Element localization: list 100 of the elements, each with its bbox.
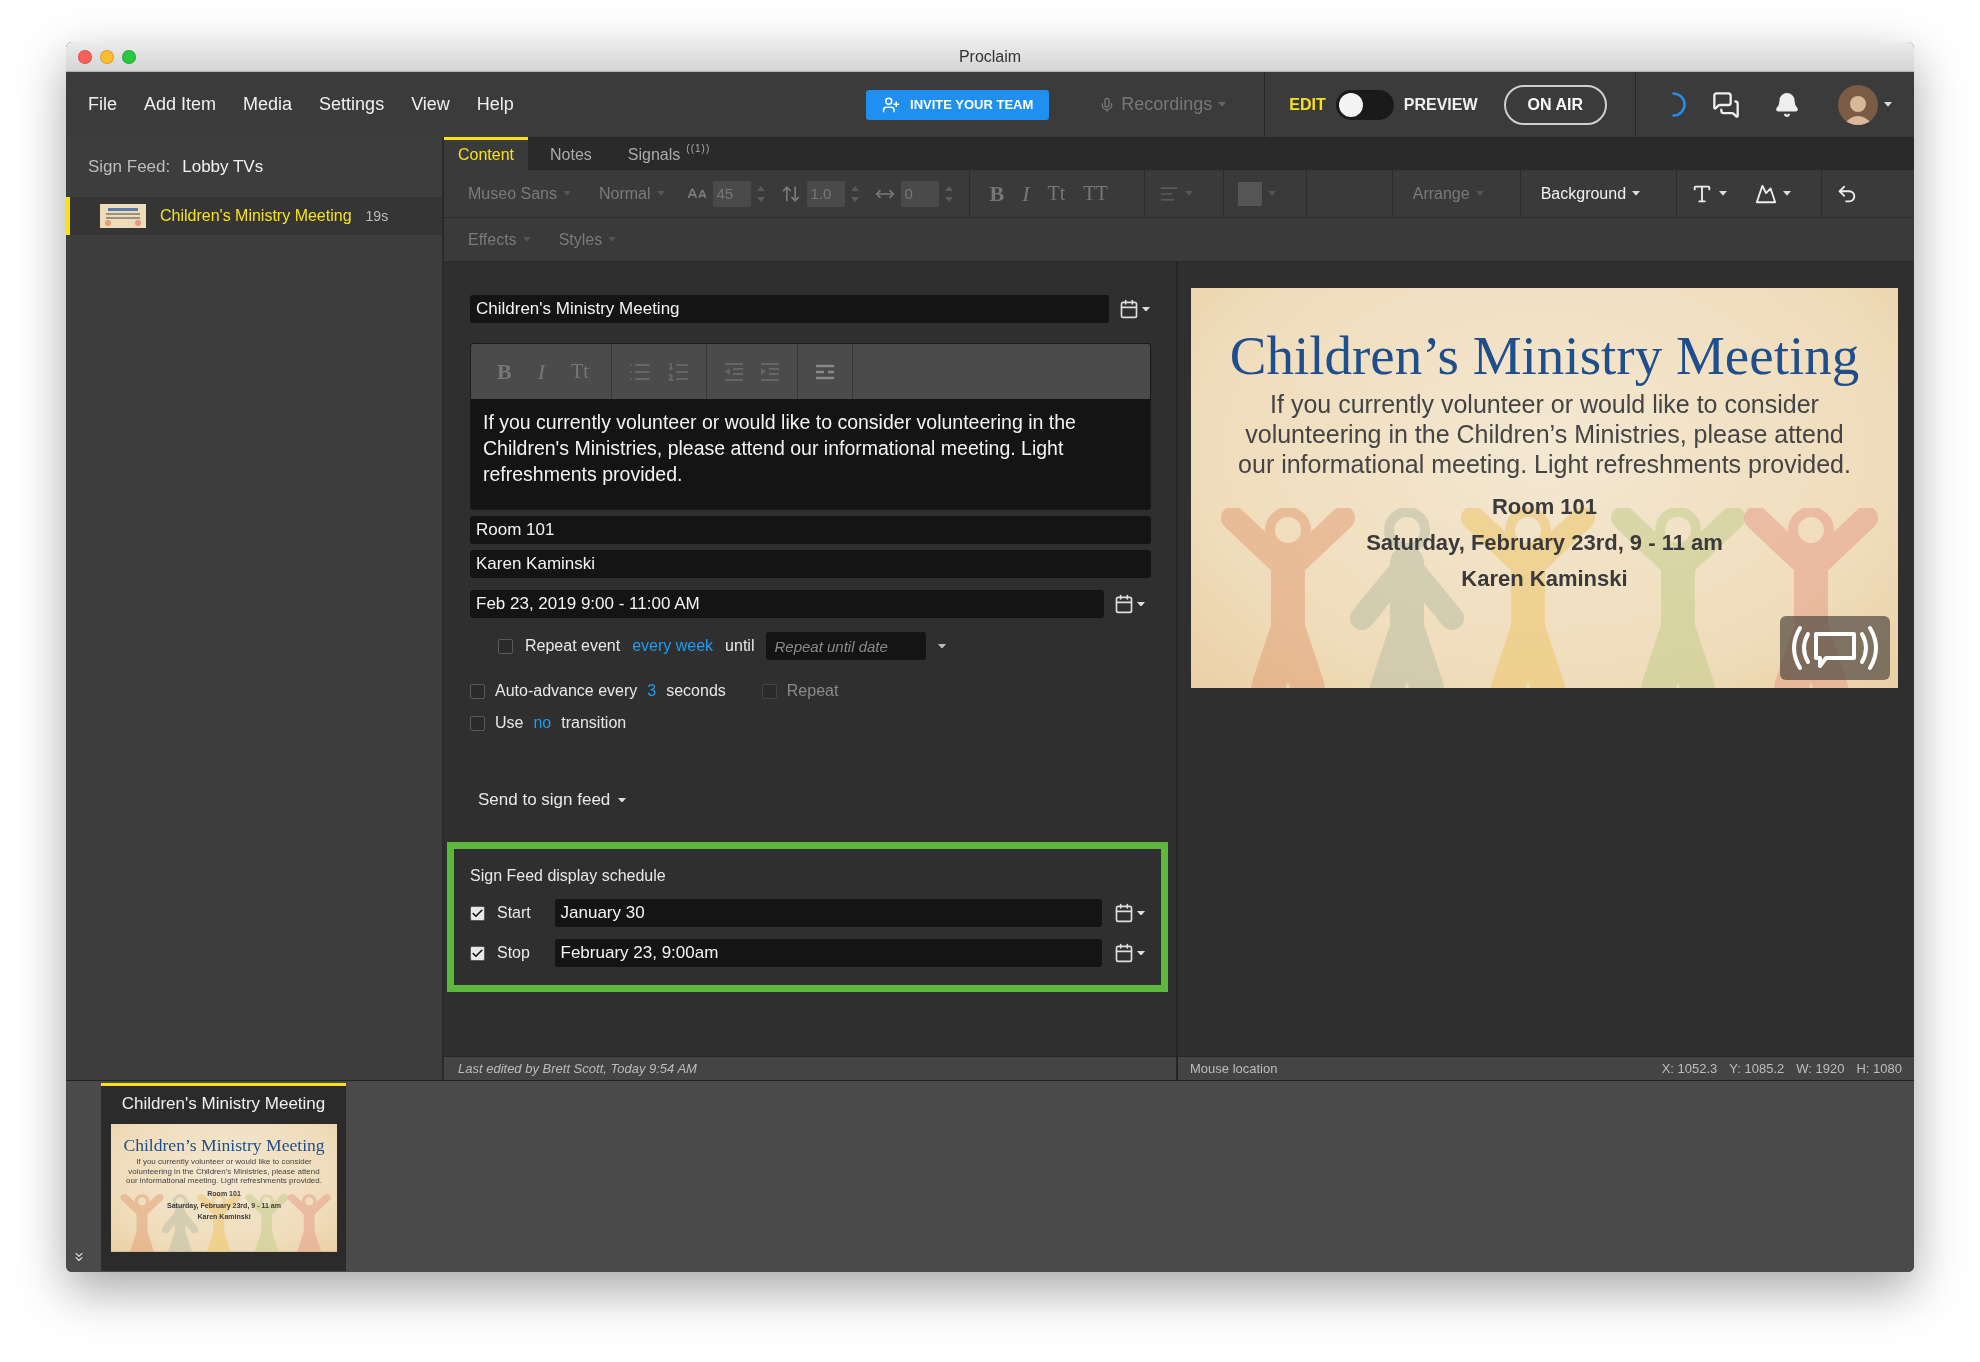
caret-icon (618, 797, 627, 803)
caret-icon (1475, 191, 1484, 196)
caret-icon (1884, 102, 1892, 107)
caret-icon (1267, 191, 1276, 196)
slide-line: Karen Kaminski (1461, 565, 1628, 593)
broadcast-icon (1780, 616, 1890, 680)
until-label: until (725, 637, 755, 655)
invite-button[interactable]: INVITE YOUR TEAM (866, 89, 1050, 120)
slide-title: Children’s Ministry Meeting (122, 1136, 325, 1155)
check-icon (471, 906, 484, 920)
caret-icon (1719, 191, 1728, 196)
checkbox-label: Auto-advance every (495, 682, 638, 700)
check-icon (471, 946, 484, 960)
checkbox-label: Start (497, 904, 531, 922)
calendar-icon (1114, 943, 1134, 963)
add-user-icon (882, 95, 900, 114)
menu-item[interactable]: View (411, 94, 450, 115)
chat-button[interactable] (1712, 90, 1740, 119)
slide-body: If you currently volunteer or would like to consider volunteering in the Children’s Ministries, please attend our informational meeting. Light refreshments provided. (1237, 389, 1852, 479)
menu-item[interactable]: Media (243, 94, 293, 115)
item-title: Children's Ministry Meeting (160, 207, 352, 225)
item-duration: 19s (365, 208, 389, 224)
edit-label: EDIT (1289, 95, 1326, 114)
divider-icon[interactable] (813, 363, 836, 380)
mode-toggle[interactable] (1335, 89, 1394, 120)
seconds-label: seconds (666, 682, 726, 700)
calendar-icon (1119, 299, 1139, 319)
close-window-button[interactable] (78, 49, 92, 64)
caret-icon (938, 643, 947, 649)
date-picker-button[interactable] (1119, 299, 1150, 319)
tab[interactable]: Content (444, 137, 529, 170)
feed-label: Sign Feed: (88, 157, 171, 177)
calendar-icon (1114, 594, 1134, 614)
caret-icon (1137, 950, 1145, 956)
slide-line: Saturday, February 23rd, 9 - 11 am (1366, 529, 1723, 557)
transition-link[interactable]: no (533, 714, 552, 732)
date-field[interactable]: Feb 23, 2019 9:00 - 11:00 AM (470, 590, 1104, 618)
slide-line: Room 101 (1491, 493, 1598, 521)
chat-icon (1712, 90, 1740, 119)
expand-icon[interactable] (72, 1250, 86, 1264)
coordinate-text: H: 1080 (1856, 1061, 1902, 1076)
until-date-field[interactable]: Repeat until date (766, 632, 927, 660)
indent-icon (722, 361, 745, 382)
caret-icon (522, 237, 531, 242)
checkbox[interactable] (470, 683, 485, 699)
date-field[interactable]: February 23, 9:00am (554, 939, 1102, 967)
checkbox-label: Use (495, 714, 524, 732)
caret-icon (562, 191, 571, 196)
menu-item[interactable]: Settings (319, 94, 385, 115)
account-button[interactable] (1838, 84, 1892, 125)
caret-icon (1137, 910, 1145, 916)
caret-icon (1142, 306, 1150, 312)
checkbox-label: Stop (497, 944, 530, 962)
coordinate-text: W: 1920 (1796, 1061, 1845, 1076)
avatar-icon (1838, 84, 1878, 125)
tab[interactable]: Signals ((1)) (613, 137, 725, 170)
schedule-title: Sign Feed display schedule (470, 867, 667, 885)
date-picker-button[interactable] (1114, 903, 1145, 923)
calendar-icon (1114, 903, 1134, 923)
zoom-window-button[interactable] (122, 49, 136, 64)
location-field[interactable]: Room 101 (470, 516, 1151, 544)
caret-icon (656, 191, 665, 196)
menu-item[interactable]: File (88, 94, 117, 115)
date-picker-button[interactable] (1114, 594, 1145, 614)
caret-icon (1783, 191, 1792, 196)
seconds-link[interactable]: 3 (647, 682, 657, 700)
caret-icon (1632, 191, 1641, 196)
checkbox[interactable] (470, 905, 485, 921)
slide-card-title: Children's Ministry Meeting (121, 1094, 326, 1114)
send-to-sign-feed-dropdown[interactable]: Send to sign feed (470, 790, 627, 810)
description-text: If you currently volunteer or would like to consider volunteering in the Children's Ministries, please attend our informational meeting. Light refreshments provided. (482, 410, 1077, 487)
menu-item[interactable]: Help (476, 94, 514, 115)
menu-item[interactable]: Add Item (144, 94, 217, 115)
checkbox[interactable] (470, 945, 485, 961)
checkbox[interactable] (498, 638, 513, 654)
on-air-button[interactable]: ON AIR (1503, 84, 1607, 125)
date-field[interactable]: January 30 (554, 899, 1102, 927)
notifications-button[interactable] (1774, 91, 1800, 118)
frequency-link[interactable]: every week (632, 637, 714, 655)
loading-button[interactable] (1672, 92, 1686, 117)
coordinate-text: X: 1052.3 (1661, 1061, 1718, 1076)
mouse-location-label: Mouse location (1190, 1061, 1278, 1076)
caret-icon (1218, 102, 1227, 107)
contact-field[interactable]: Karen Kaminski (470, 550, 1151, 578)
title-field[interactable]: Children's Ministry Meeting (470, 295, 1109, 323)
feed-name: Lobby TVs (182, 157, 264, 177)
coordinate-text: Y: 1085.2 (1729, 1061, 1785, 1076)
last-edited-text: Last edited by Brett Scott, Today 9:54 AM (458, 1061, 697, 1076)
sidebar-item[interactable]: Children's Ministry Meeting 19s (66, 197, 442, 235)
slide-card[interactable] (101, 1083, 346, 1271)
tab[interactable]: Notes (536, 137, 606, 170)
caret-icon (1184, 191, 1193, 196)
minimize-window-button[interactable] (100, 49, 114, 64)
slide-thumbnail-icon (100, 204, 146, 228)
checkbox-label: Repeat event (525, 637, 621, 655)
spinner-icon (1672, 92, 1686, 117)
checkbox-label: Repeat (786, 682, 839, 700)
caret-icon (608, 237, 617, 242)
date-picker-button[interactable] (1114, 943, 1145, 963)
checkbox[interactable] (470, 715, 485, 731)
